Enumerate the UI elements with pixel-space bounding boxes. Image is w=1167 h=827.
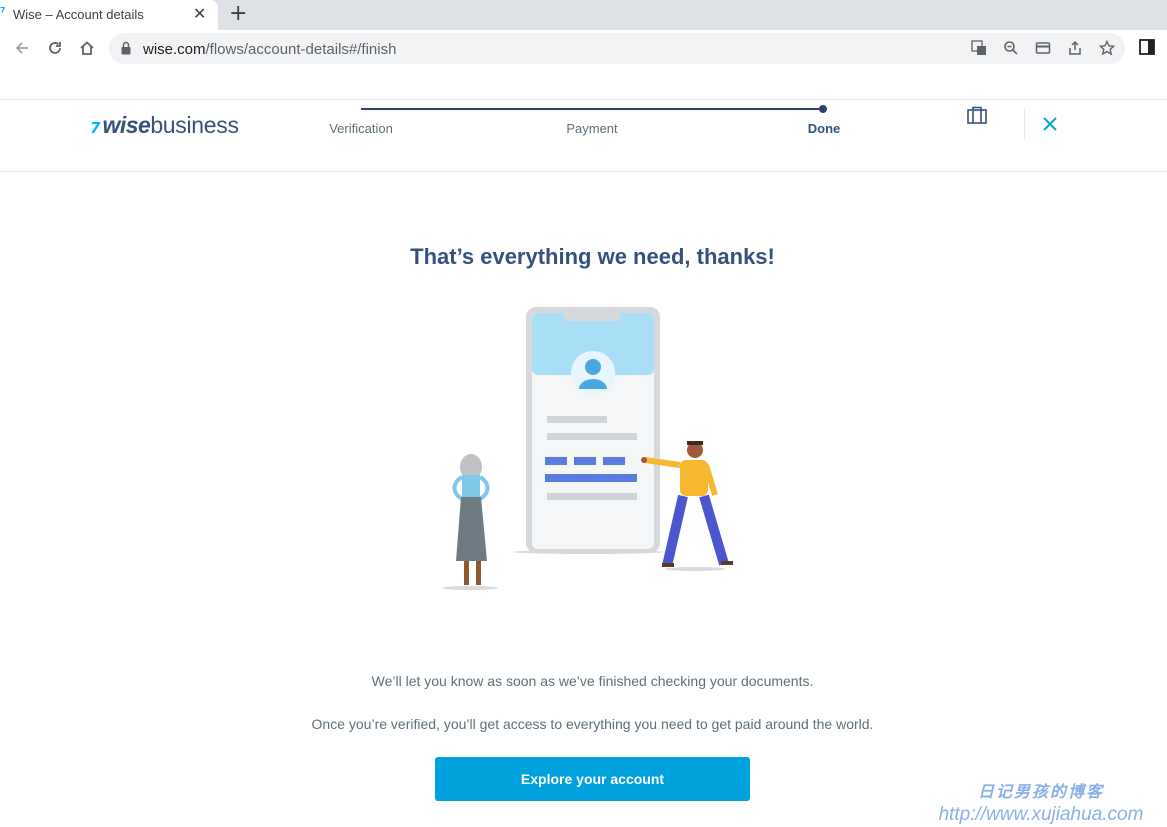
step-payment: Payment [566, 121, 618, 136]
page-title: That’s everything we need, thanks! [410, 244, 775, 269]
watermark-title: 日记男孩的博客 [977, 782, 1104, 801]
browser-tab[interactable]: ⁷ Wise – Account details ✕ [0, 0, 218, 30]
blog-watermark: 日记男孩的博客 http://www.xujiahua.com [921, 778, 1161, 826]
tab-title: Wise – Account details [13, 7, 144, 22]
lock-icon [121, 41, 131, 55]
close-icon[interactable] [1040, 114, 1060, 134]
reload-icon[interactable] [43, 36, 67, 60]
wise-favicon-icon: ⁷ [0, 6, 6, 21]
briefcase-icon[interactable] [966, 106, 988, 124]
side-panel-icon[interactable] [1137, 37, 1157, 57]
browser-toolbar: wise.com/flows/account-details#/finish [0, 30, 1167, 68]
share-icon[interactable] [1065, 38, 1085, 58]
logo-business-text: business [150, 112, 239, 138]
verification-message: We’ll let you know as soon as we’ve fini… [371, 673, 814, 689]
step-verification: Verification [329, 121, 393, 136]
explore-account-button[interactable]: Explore your account [435, 757, 750, 801]
phone-people-illustration [442, 307, 733, 590]
zoom-icon[interactable] [1001, 38, 1021, 58]
page-header: 7 wise business Verification Payment Don… [0, 99, 1167, 172]
translate-icon[interactable] [969, 38, 989, 58]
wise-business-logo[interactable]: 7 wise business [90, 112, 239, 139]
wise-flag-icon: 7 [90, 119, 101, 137]
home-icon[interactable] [75, 36, 99, 60]
watermark-url: http://www.xujiahua.com [938, 804, 1144, 825]
access-message: Once you’re verified, you’ll get access … [311, 716, 874, 732]
logo-wise-text: wise [102, 112, 151, 138]
address-bar[interactable]: wise.com/flows/account-details#/finish [109, 33, 1125, 64]
progress-bar [361, 108, 823, 110]
new-tab-button[interactable]: + [229, 1, 247, 26]
bookmark-star-icon[interactable] [1097, 38, 1117, 58]
progress-current-dot [819, 105, 827, 113]
url-path: /flows/account-details#/finish [205, 41, 397, 58]
step-done: Done [807, 121, 841, 136]
card-icon[interactable] [1033, 38, 1053, 58]
browser-tab-bar: ⁷ Wise – Account details ✕ + [0, 0, 1167, 30]
url-host: wise.com [143, 41, 206, 58]
tab-close-icon[interactable]: ✕ [193, 4, 206, 23]
back-arrow-icon[interactable] [10, 36, 34, 60]
url-text[interactable]: wise.com/flows/account-details#/finish [143, 41, 396, 58]
header-divider [1024, 109, 1025, 139]
